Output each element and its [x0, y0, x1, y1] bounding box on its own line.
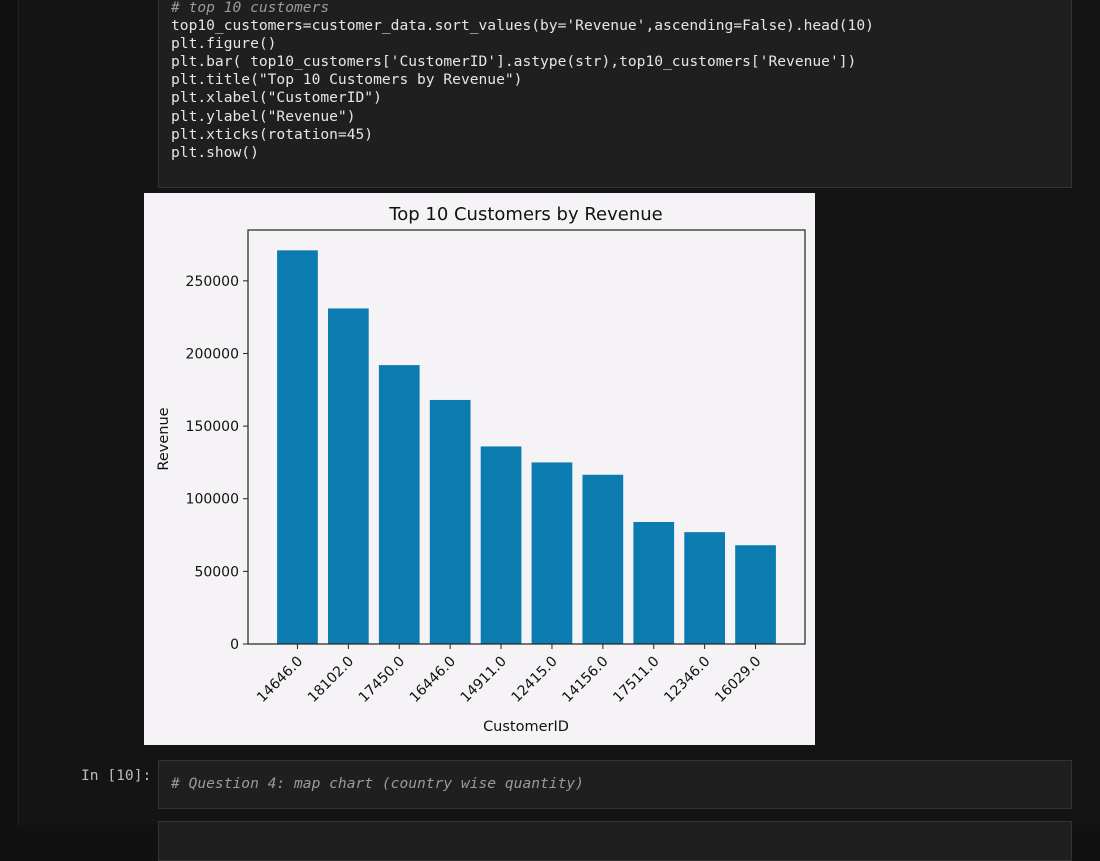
- bar-12346.0: [684, 532, 726, 644]
- bar-17511.0: [633, 521, 675, 644]
- x-tick-label: 17511.0: [610, 654, 662, 706]
- bar-14646.0: [277, 250, 318, 644]
- bar-17450.0: [378, 365, 420, 644]
- cell-prompt: In [10]:: [81, 767, 152, 784]
- bar-12415.0: [531, 462, 573, 644]
- bar-18102.0: [327, 308, 369, 644]
- y-tick-label: 0: [230, 637, 239, 653]
- y-tick-label: 150000: [186, 419, 239, 435]
- y-ticks: 0 50000 100000 150000 200000 250000: [186, 274, 248, 653]
- y-tick-label: 250000: [186, 274, 239, 290]
- y-tick-label: 100000: [186, 492, 239, 508]
- x-tick-label: 14646.0: [254, 654, 306, 706]
- x-tick-label: 14156.0: [559, 654, 611, 706]
- x-tick-label: 14911.0: [458, 654, 510, 706]
- code-line-bar: plt.bar( top10_customers['CustomerID'].a…: [171, 53, 857, 71]
- bars-group: [277, 250, 776, 644]
- bar-16029.0: [735, 545, 776, 644]
- code-line-xlabel: plt.xlabel("CustomerID"): [171, 89, 382, 107]
- x-tick-label: 17450.0: [356, 654, 408, 706]
- chart-title: Top 10 Customers by Revenue: [388, 204, 662, 225]
- notebook-area: # top 10 customers top10_customers=custo…: [18, 0, 1100, 861]
- bar-chart: Top 10 Customers by Revenue Revenue Cust…: [156, 204, 806, 735]
- code-line-show: plt.show(): [171, 143, 259, 161]
- x-tick-label: 18102.0: [305, 654, 357, 706]
- x-axis-label: CustomerID: [483, 719, 569, 735]
- y-tick-label: 200000: [186, 346, 239, 362]
- question-comment: # Question 4: map chart (country wise qu…: [171, 775, 584, 792]
- x-tick-label: 12415.0: [509, 654, 561, 706]
- code-cell-input[interactable]: # top 10 customers top10_customers=custo…: [158, 0, 1072, 188]
- code-line-title: plt.title("Top 10 Customers by Revenue"): [171, 71, 523, 89]
- code-line-figure: plt.figure(): [171, 35, 277, 53]
- following-code-cell[interactable]: [158, 821, 1072, 861]
- code-line-sort: top10_customers=customer_data.sort_value…: [171, 17, 1059, 35]
- x-ticks: 14646.018102.017450.016446.014911.012415…: [254, 644, 764, 706]
- bar-14156.0: [582, 474, 624, 644]
- x-tick-label: 16029.0: [712, 654, 764, 706]
- code-line-xticks: plt.xticks(rotation=45): [171, 125, 374, 143]
- chart-output: Top 10 Customers by Revenue Revenue Cust…: [144, 193, 815, 745]
- x-tick-label: 12346.0: [661, 654, 713, 706]
- bar-16446.0: [429, 399, 471, 644]
- y-tick-label: 50000: [194, 564, 239, 580]
- bar-14911.0: [480, 446, 522, 644]
- code-line-ylabel: plt.ylabel("Revenue"): [171, 107, 356, 125]
- code-line-sort-text: top10_customers=customer_data.sort_value…: [171, 17, 874, 35]
- y-axis-label: Revenue: [156, 407, 172, 470]
- next-code-cell[interactable]: # Question 4: map chart (country wise qu…: [158, 760, 1072, 809]
- code-line-comment: # top 10 customers: [171, 0, 330, 16]
- x-tick-label: 16446.0: [407, 654, 459, 706]
